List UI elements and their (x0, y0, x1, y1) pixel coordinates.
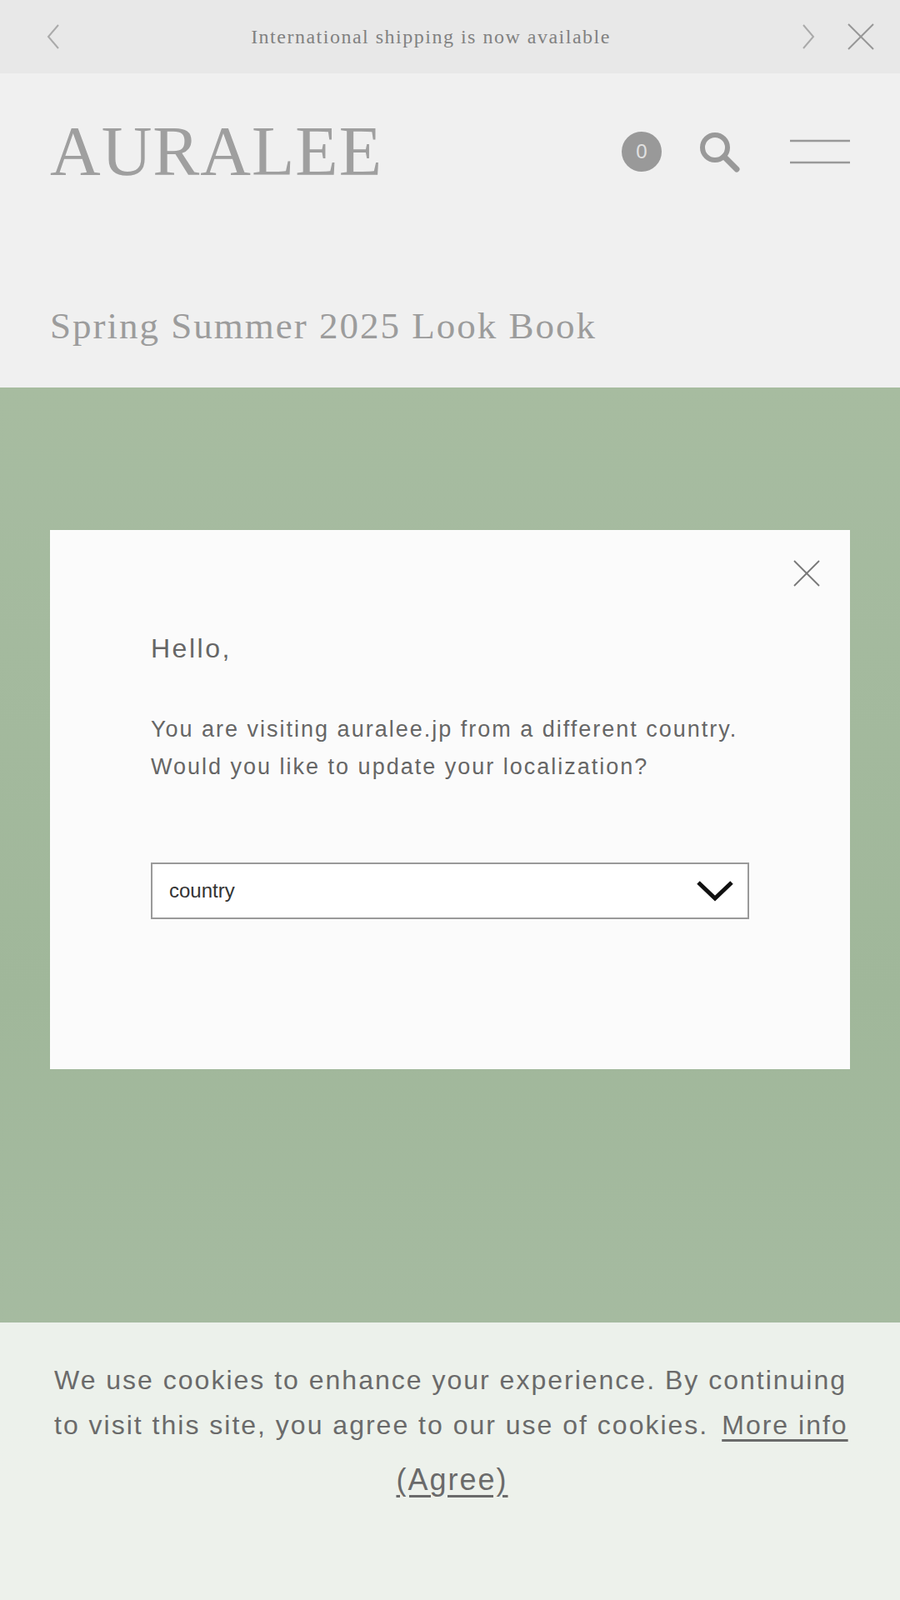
localization-modal: Hello, You are visiting auralee.jp from a… (50, 530, 850, 1070)
page: International shipping is now availableA… (0, 0, 900, 1600)
close-modal-button[interactable] (788, 555, 825, 592)
modal-message: You are visiting auralee.jp from a diffe… (150, 710, 750, 749)
chevron-down-icon (695, 879, 735, 903)
select-placeholder: country (169, 879, 696, 903)
agree-button[interactable]: (Agree) (395, 1462, 508, 1498)
modal-greeting: Hello, (150, 633, 750, 665)
modal-message: Would you like to update your localizati… (150, 748, 750, 786)
close-icon (793, 560, 820, 587)
country-select[interactable]: country (150, 862, 750, 920)
more-info-link[interactable]: More info (721, 1410, 848, 1440)
cookie-banner: We use cookies to enhance your experienc… (0, 1322, 900, 1600)
cookie-text: We use cookies to enhance your experienc… (54, 1357, 850, 1448)
